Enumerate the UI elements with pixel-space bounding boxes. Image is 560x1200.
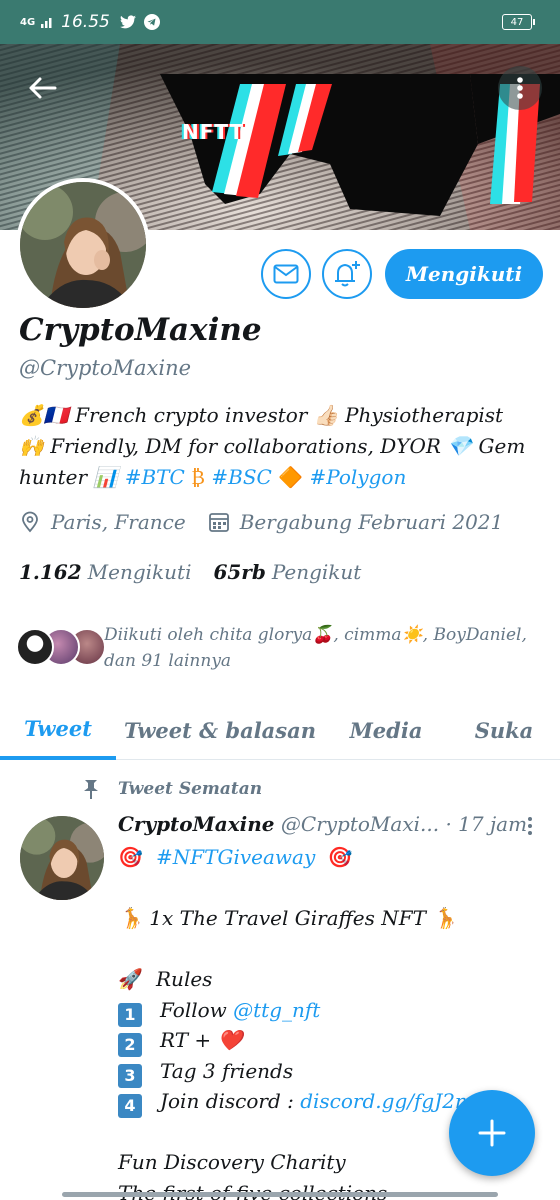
message-button[interactable]: [261, 249, 311, 299]
following-label[interactable]: Mengikuti: [88, 560, 192, 584]
profile-tabs: Tweet Tweet & balasan Media Suka: [0, 700, 560, 760]
signal-bars-icon: [41, 16, 55, 28]
profile-handle: @CryptoMaxine: [19, 356, 192, 380]
hashtag-nftgiveaway[interactable]: #NFTGiveaway: [156, 845, 315, 869]
bio-line-1: 💰🇫🇷 French crypto investor 👍🏻 Physiother…: [19, 403, 504, 427]
avatar-photo: [20, 182, 146, 308]
keycap-2-icon: 2: [118, 1033, 142, 1057]
status-bar: 4G 16.55 47: [0, 0, 560, 44]
followed-by-line-1: Diikuti oleh chita glorya🍒, cimma☀️, Boy…: [104, 625, 527, 645]
profile-stats: 1.162 Mengikuti 65rb Pengikut: [19, 560, 383, 584]
battery-indicator: 47: [502, 14, 535, 30]
telegram-icon: [143, 14, 160, 30]
tab-likes[interactable]: Suka: [448, 700, 560, 760]
location-pin-icon: [19, 511, 41, 533]
profile-avatar[interactable]: [16, 178, 150, 312]
tweet-author-name[interactable]: CryptoMaxine: [118, 812, 275, 836]
plus-icon: [478, 1119, 506, 1147]
rule-text: Tag 3 friends: [160, 1058, 294, 1083]
tweet-line: 🎯 #NFTGiveaway 🎯: [118, 842, 548, 873]
tab-tweets-replies[interactable]: Tweet & balasan: [116, 700, 324, 760]
bsc-symbol: 🔶: [278, 465, 310, 489]
pin-icon: [80, 778, 102, 800]
profile-bio: 💰🇫🇷 French crypto investor 👍🏻 Physiother…: [19, 400, 544, 493]
more-vertical-icon: [517, 77, 523, 99]
rule-text: RT + ❤️: [160, 1028, 243, 1052]
tweet-line: 1 Follow @ttg_nft: [118, 995, 548, 1027]
join-date: Bergabung Februari 2021: [239, 510, 504, 534]
signal-indicator: 4G: [20, 16, 36, 28]
home-indicator[interactable]: [62, 1192, 498, 1197]
tweet-avatar-photo: [20, 816, 104, 900]
tweet-header: CryptoMaxine @CryptoMaxi... · 17 jam: [118, 812, 527, 836]
following-count[interactable]: 1.162: [19, 560, 82, 584]
notifications-button[interactable]: [322, 249, 372, 299]
tab-media[interactable]: Media: [324, 700, 448, 760]
following-button[interactable]: Mengikuti: [385, 249, 543, 299]
pinned-label-text: Tweet Sematan: [118, 779, 263, 799]
compose-tweet-button[interactable]: [449, 1090, 535, 1176]
keycap-4-icon: 4: [118, 1094, 142, 1118]
twitter-icon: [119, 14, 136, 30]
clock: 16.55: [61, 12, 110, 32]
tweet-line: 2 RT + ❤️: [118, 1025, 548, 1057]
followed-by-text: Diikuti oleh chita glorya🍒, cimma☀️, Boy…: [104, 622, 554, 674]
back-button[interactable]: [20, 70, 64, 106]
tweet-options-button[interactable]: [520, 812, 540, 840]
keycap-3-icon: 3: [118, 1063, 142, 1088]
banner-logo: NFTT: [182, 120, 245, 144]
followed-by-line-2: dan 91 lainnya: [104, 651, 232, 671]
pinned-tweet-label: Tweet Sematan: [80, 778, 262, 800]
rocket-emoji: 🚀: [118, 967, 143, 991]
bio-text: hunter 📊: [19, 465, 125, 489]
tweet-author-avatar[interactable]: [20, 816, 104, 900]
bitcoin-symbol: ₿: [184, 465, 212, 489]
tweet-line: 🦒 1x The Travel Giraffes NFT 🦒: [118, 906, 458, 930]
tweet-handle-time: @CryptoMaxi... · 17 jam: [280, 812, 528, 836]
hashtag-polygon[interactable]: #Polygon: [309, 465, 406, 489]
rules-text: Rules: [156, 967, 213, 991]
followers-label[interactable]: Pengikut: [272, 560, 362, 584]
back-arrow-icon: [29, 77, 57, 99]
followers-count[interactable]: 65rb: [213, 560, 265, 584]
display-name: CryptoMaxine: [19, 312, 262, 348]
profile-meta: Paris, France Bergabung Februari 2021: [19, 510, 503, 534]
overflow-menu-button[interactable]: [498, 66, 542, 110]
envelope-icon: [273, 264, 299, 284]
profile-location: Paris, France: [51, 510, 186, 534]
rule-text: Follow: [160, 997, 234, 1022]
mention-link[interactable]: @ttg_nft: [233, 998, 320, 1022]
more-vertical-icon: [528, 817, 532, 835]
target-emoji: 🎯: [118, 845, 143, 869]
followed-by-row[interactable]: Diikuti oleh chita glorya🍒, cimma☀️, Boy…: [16, 622, 546, 678]
hashtag-btc[interactable]: #BTC: [125, 465, 185, 489]
hashtag-bsc[interactable]: #BSC: [211, 465, 271, 489]
bio-line-2: 🙌 Friendly, DM for collaborations, DYOR …: [19, 434, 526, 458]
tweet-line: 🚀 Rules: [118, 964, 548, 995]
rule-text: Join discord :: [160, 1089, 301, 1113]
bio-line-3: hunter 📊 #BTC ₿ #BSC 🔶 #Polygon: [19, 462, 544, 493]
keycap-1-icon: 1: [118, 1002, 142, 1027]
calendar-icon: [208, 511, 230, 533]
bell-plus-icon: [335, 261, 360, 287]
tweet-line: 3 Tag 3 friends: [118, 1056, 548, 1088]
follower-avatar-1: [16, 628, 54, 666]
tab-tweet[interactable]: Tweet: [0, 700, 116, 760]
target-emoji: 🎯: [327, 845, 353, 869]
